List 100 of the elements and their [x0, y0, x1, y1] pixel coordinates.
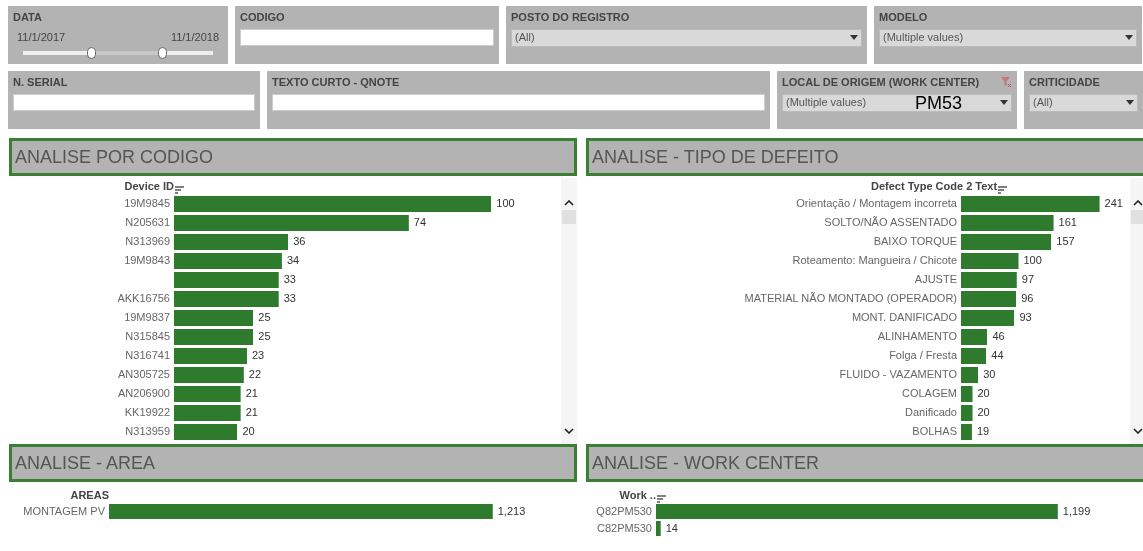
- value-label: 161: [1057, 215, 1077, 231]
- dropdown-field[interactable]: (All): [511, 28, 862, 47]
- axis-title: Defect Type Code 2 Text: [871, 178, 998, 194]
- value-label: 21: [244, 386, 258, 402]
- slider-handle[interactable]: [87, 47, 97, 59]
- filter-label: CODIGO: [240, 10, 285, 25]
- value-label: 21: [244, 405, 258, 421]
- bar: [656, 521, 661, 536]
- value-label: 100: [1022, 253, 1042, 269]
- scrollbar[interactable]: [1130, 178, 1143, 444]
- value-label: 22: [247, 367, 262, 383]
- sort-icon[interactable]: [998, 186, 1008, 194]
- category-label: MATERIAL NÃO MONTADO (OPERADOR): [743, 291, 958, 307]
- category-label: AKK16756: [116, 291, 171, 307]
- category-label: Danificado: [904, 405, 958, 421]
- category-label: MONTAGEM PV: [22, 504, 106, 520]
- category-label: N205631: [124, 215, 171, 231]
- section-title: ANALISE POR CODIGO: [15, 145, 214, 169]
- category-label: N313969: [124, 234, 171, 250]
- value-label: 36: [292, 234, 306, 250]
- dropdown-arrow-icon: [1000, 100, 1008, 105]
- category-label: BOLHAS: [911, 424, 958, 440]
- bar: [174, 385, 241, 402]
- axis-title: AREAS: [69, 487, 109, 503]
- value-label: 96: [1020, 291, 1034, 307]
- value-label: 20: [241, 424, 255, 440]
- scrollbar-thumb[interactable]: [562, 210, 576, 224]
- category-label: ALINHAMENTO: [876, 329, 958, 345]
- value-label: 46: [991, 329, 1005, 345]
- text-input-field[interactable]: [272, 93, 765, 111]
- category-label: N315845: [124, 329, 171, 345]
- value-label: 100: [495, 196, 515, 212]
- bar: [174, 423, 238, 440]
- value-label: 1,213: [496, 504, 526, 520]
- dropdown-field[interactable]: (Multiple values): [879, 28, 1137, 47]
- value-label: 74: [412, 215, 427, 231]
- dropdown-arrow-icon: [850, 35, 858, 40]
- category-label: Folga / Fresta: [888, 348, 958, 364]
- value-label: 44: [990, 348, 1004, 364]
- bar: [961, 347, 987, 364]
- bar: [961, 309, 1015, 326]
- category-label: Roteamento: Mangueira / Chicote: [791, 253, 958, 269]
- filter-label: POSTO DO REGISTRO: [511, 10, 630, 25]
- value-label: 20: [976, 386, 990, 402]
- scroll-up-icon[interactable]: [564, 200, 574, 206]
- sort-icon[interactable]: [657, 495, 666, 503]
- category-label: MONT. DANIFICADO: [850, 310, 958, 326]
- value-label: 1,199: [1061, 504, 1091, 520]
- value-label: 97: [1020, 272, 1034, 288]
- bar: [961, 252, 1019, 269]
- range-end-date: 11/1/2018: [170, 29, 219, 45]
- dropdown-arrow-icon: [1126, 100, 1134, 105]
- value-label: 93: [1018, 310, 1032, 326]
- section-title: ANALISE - WORK CENTER: [592, 451, 820, 475]
- scrollbar-thumb[interactable]: [1131, 210, 1143, 224]
- text-input-field[interactable]: [13, 93, 255, 111]
- category-label: SOLTO/NÃO ASSENTADO: [823, 215, 958, 231]
- category-label: N316741: [124, 348, 171, 364]
- annotation-text: PM53: [915, 92, 963, 113]
- filter-label: LOCAL DE ORIGEM (WORK CENTER): [782, 75, 980, 90]
- scroll-down-icon[interactable]: [564, 428, 574, 434]
- dropdown-field[interactable]: (All): [1029, 93, 1138, 112]
- category-label: COLAGEM: [901, 386, 958, 402]
- category-label: Q82PM530: [595, 504, 653, 520]
- slider-handle[interactable]: [157, 47, 167, 59]
- bar: [961, 290, 1017, 307]
- value-label: 20: [976, 405, 990, 421]
- category-label: Orientação / Montagem incorreta: [795, 196, 958, 212]
- dropdown-field[interactable]: (Multiple values) PM53: [782, 93, 1012, 112]
- filter-label: N. SERIAL: [13, 75, 68, 90]
- filter-label: TEXTO CURTO - QNOTE: [272, 75, 400, 90]
- bar: [961, 404, 973, 421]
- scroll-up-icon[interactable]: [1133, 200, 1143, 206]
- dropdown-arrow-icon: [1125, 35, 1133, 40]
- bar: [961, 366, 979, 383]
- sort-icon[interactable]: [175, 186, 184, 194]
- category-label: AJUSTE: [913, 272, 958, 288]
- category-label: AN305725: [117, 367, 171, 383]
- value-label: 30: [982, 367, 996, 383]
- scroll-down-icon[interactable]: [1133, 428, 1143, 434]
- scrollbar[interactable]: [561, 178, 577, 444]
- axis-title: Work ..: [618, 487, 656, 503]
- axis-title: Device ID: [123, 178, 174, 194]
- clear-filter-icon[interactable]: [1001, 76, 1012, 88]
- value-label: 34: [285, 253, 300, 269]
- value-label: 33: [282, 291, 296, 307]
- text-input-field[interactable]: [240, 28, 494, 46]
- bar: [174, 366, 244, 383]
- value-label: 33: [282, 272, 296, 288]
- value-label: 157: [1055, 234, 1075, 250]
- filter-label: DATA: [13, 10, 42, 25]
- value-label: 23: [251, 348, 265, 364]
- bar: [961, 423, 972, 440]
- section-title: ANALISE - AREA: [15, 451, 156, 475]
- category-label: N313959: [124, 424, 171, 440]
- value-label: 25: [257, 329, 271, 345]
- value-label: 19: [975, 424, 990, 440]
- bar: [174, 404, 241, 421]
- category-label: FLUIDO - VAZAMENTO: [838, 367, 958, 383]
- category-label: BAIXO TORQUE: [872, 234, 958, 250]
